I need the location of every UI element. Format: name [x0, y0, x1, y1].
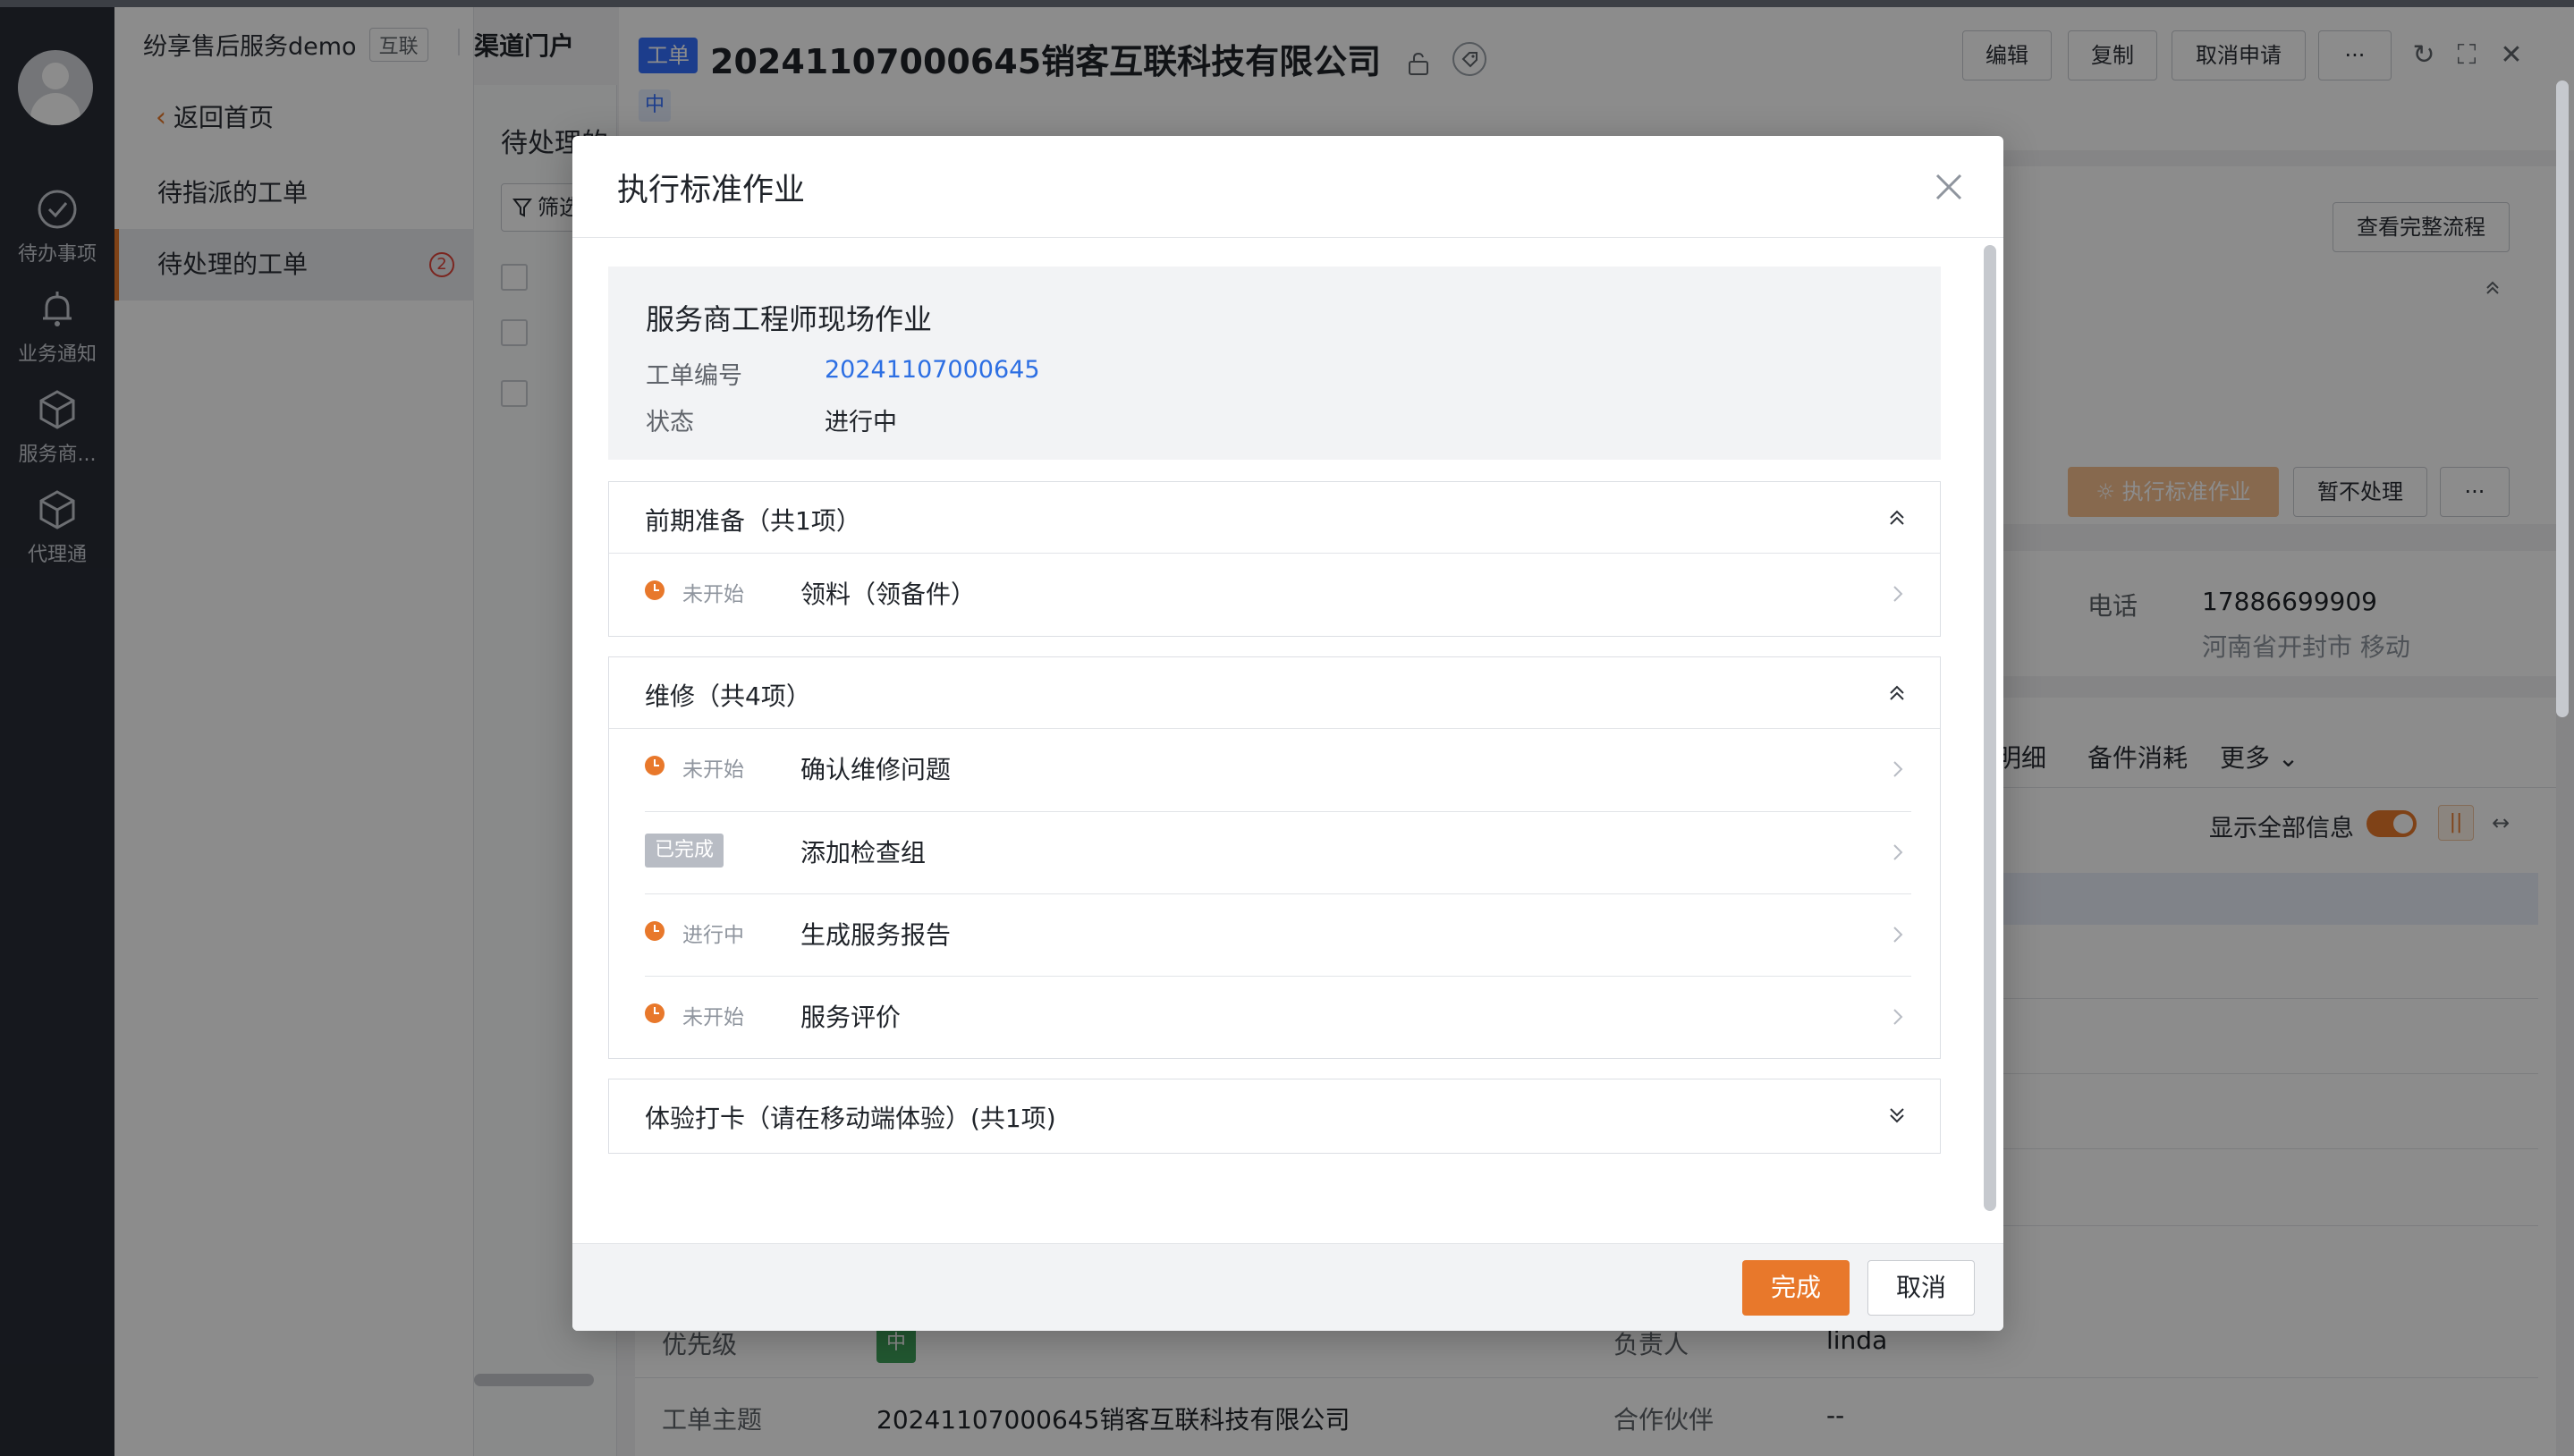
chevron-right-icon	[1893, 927, 1903, 943]
task-name: 添加检查组	[800, 838, 927, 868]
job-title: 服务商工程师现场作业	[646, 302, 933, 336]
cancel-button[interactable]: 取消	[1867, 1260, 1975, 1316]
section-header[interactable]: 维修（共4项）	[609, 657, 1940, 729]
close-icon[interactable]	[1930, 168, 1968, 206]
status-label: 状态	[646, 409, 694, 436]
clock-icon	[645, 756, 665, 775]
section-title: 体验打卡（请在移动端体验）(共1项)	[645, 1104, 1056, 1133]
dialog-header: 执行标准作业	[572, 136, 2003, 238]
section-preparation: 前期准备（共1项） 未开始 领料（领备件）	[608, 481, 1941, 637]
section-checkin: 体验打卡（请在移动端体验）(共1项)	[608, 1079, 1941, 1154]
complete-button[interactable]: 完成	[1742, 1260, 1850, 1316]
section-title: 维修（共4项）	[645, 681, 811, 711]
section-header[interactable]: 前期准备（共1项）	[609, 482, 1940, 554]
task-row[interactable]: 进行中 生成服务报告	[645, 893, 1911, 976]
chevron-right-icon	[1893, 844, 1903, 860]
chevron-right-icon	[1893, 1009, 1903, 1025]
clock-icon	[645, 921, 665, 941]
task-status: 进行中	[682, 924, 744, 947]
clock-icon	[645, 580, 665, 600]
task-row[interactable]: 未开始 领料（领备件）	[645, 554, 1911, 636]
task-row[interactable]: 未开始 确认维修问题	[645, 729, 1911, 811]
dialog-body: 服务商工程师现场作业 工单编号 20241107000645 状态 进行中 前期…	[572, 238, 2003, 1243]
expand-icon[interactable]	[1884, 1103, 1909, 1128]
dialog-title: 执行标准作业	[617, 173, 806, 208]
task-status: 未开始	[682, 1006, 744, 1029]
section-header[interactable]: 体验打卡（请在移动端体验）(共1项)	[609, 1079, 1940, 1151]
page-scrollbar[interactable]	[2556, 80, 2569, 717]
section-title: 前期准备（共1项）	[645, 506, 861, 536]
task-status-badge: 已完成	[645, 834, 724, 868]
task-name: 领料（领备件）	[800, 580, 977, 609]
dialog-scrollbar[interactable]	[1984, 245, 1996, 1211]
window-top-bar	[0, 0, 2574, 7]
order-no-label: 工单编号	[646, 362, 742, 390]
task-row[interactable]: 未开始 服务评价	[645, 976, 1911, 1058]
task-row[interactable]: 已完成 添加检查组	[645, 811, 1911, 893]
collapse-icon[interactable]	[1884, 681, 1909, 706]
task-name: 生成服务报告	[800, 920, 952, 950]
task-status: 未开始	[682, 583, 744, 606]
dialog-footer: 完成 取消	[572, 1243, 2003, 1331]
section-repair: 维修（共4项） 未开始 确认维修问题 已完成 添加检查组 进行中 生成服务报告	[608, 656, 1941, 1059]
chevron-right-icon	[1893, 761, 1903, 777]
order-no-link[interactable]: 20241107000645	[825, 356, 1040, 384]
chevron-right-icon	[1893, 586, 1903, 602]
job-info: 服务商工程师现场作业 工单编号 20241107000645 状态 进行中	[608, 267, 1941, 460]
task-name: 服务评价	[800, 1003, 902, 1032]
clock-icon	[645, 1003, 665, 1023]
collapse-icon[interactable]	[1884, 505, 1909, 530]
task-name: 确认维修问题	[800, 755, 952, 784]
status-value: 进行中	[825, 409, 897, 436]
task-status: 未开始	[682, 758, 744, 782]
execute-job-dialog: 执行标准作业 服务商工程师现场作业 工单编号 20241107000645 状态…	[572, 136, 2003, 1331]
